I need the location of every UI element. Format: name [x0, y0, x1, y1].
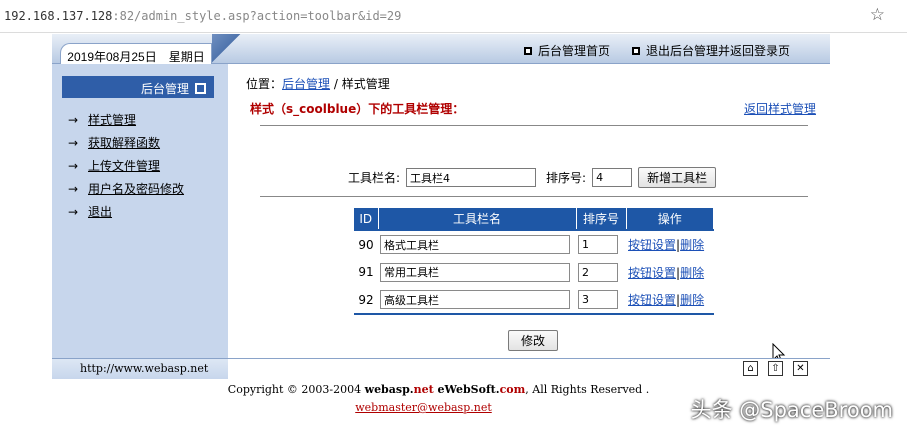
sidebar-item-upload-files[interactable]: → 上传文件管理 [68, 154, 184, 177]
col-header-name: 工具栏名 [378, 208, 577, 231]
row-name-input[interactable] [380, 235, 570, 254]
back-to-style-link[interactable]: 返回样式管理 [744, 100, 816, 117]
main-content: 位置：后台管理 / 样式管理 样式（s_coolblue）下的工具栏管理： 返回… [228, 64, 830, 364]
bottom-bar: http://www.webasp.net ⌂ ⇧ ✕ [52, 358, 830, 379]
bullet-square-icon [523, 46, 532, 55]
sidebar-item-style-manage[interactable]: → 样式管理 [68, 108, 184, 131]
table-row: 91 按钮设置|删除 [354, 258, 714, 286]
arrow-right-icon: → [68, 181, 79, 196]
sidebar-header: 后台管理 [62, 76, 214, 98]
arrow-right-icon: → [68, 135, 79, 150]
delete-link[interactable]: 删除 [680, 238, 704, 252]
logout-link[interactable]: 退出后台管理并返回登录页 [631, 42, 790, 59]
table-row: 92 按钮设置|删除 [354, 286, 714, 315]
breadcrumb-admin-link[interactable]: 后台管理 [282, 77, 330, 91]
arrow-right-icon: → [68, 204, 79, 219]
top-bar: 2019年08月25日 星期日 后台管理首页 退出后台管理并返回登录页 [52, 34, 830, 65]
table-row: 90 按钮设置|删除 [354, 230, 714, 258]
admin-frame: 2019年08月25日 星期日 后台管理首页 退出后台管理并返回登录页 后台管理… [52, 34, 830, 379]
toolbar-name-input[interactable] [406, 168, 537, 187]
url-text[interactable]: 192.168.137.128:82/admin_style.asp?actio… [4, 9, 401, 23]
home-icon[interactable]: ⌂ [743, 361, 758, 376]
button-settings-link[interactable]: 按钮设置 [628, 266, 676, 280]
arrow-right-icon: → [68, 112, 79, 127]
divider [260, 196, 808, 197]
col-header-order: 排序号 [576, 208, 627, 231]
browser-address-bar[interactable]: 192.168.137.128:82/admin_style.asp?actio… [0, 0, 907, 33]
site-url-box: http://www.webasp.net [52, 359, 228, 379]
button-settings-link[interactable]: 按钮设置 [628, 293, 676, 307]
row-id: 91 [358, 265, 374, 279]
delete-link[interactable]: 删除 [680, 293, 704, 307]
divider [260, 125, 808, 126]
bottom-icons: ⌂ ⇧ ✕ [743, 361, 808, 376]
webmaster-email-link[interactable]: webmaster@webasp.net [355, 401, 492, 414]
col-header-id: ID [354, 208, 379, 231]
bullet-square-icon [631, 46, 640, 55]
add-toolbar-button[interactable]: 新增工具栏 [638, 167, 717, 188]
tab-decoration [212, 34, 252, 64]
col-header-actions: 操作 [626, 208, 714, 231]
sidebar-item-password[interactable]: → 用户名及密码修改 [68, 177, 184, 200]
row-actions: 按钮设置|删除 [628, 265, 705, 280]
row-id: 92 [354, 286, 378, 315]
row-actions: 按钮设置|删除 [626, 286, 714, 315]
row-id: 90 [358, 237, 374, 252]
arrow-right-icon: → [68, 158, 79, 173]
close-icon[interactable]: ✕ [793, 361, 808, 376]
row-order-input[interactable] [578, 262, 618, 282]
top-arrow-icon[interactable]: ⇧ [768, 361, 783, 376]
button-settings-link[interactable]: 按钮设置 [628, 238, 676, 252]
page-title: 样式（s_coolblue）下的工具栏管理： [250, 102, 465, 116]
bookmark-star-icon[interactable]: ☆ [870, 5, 885, 25]
row-name-input[interactable] [380, 262, 570, 282]
admin-home-link[interactable]: 后台管理首页 [523, 42, 610, 59]
row-order-input[interactable] [578, 290, 618, 309]
breadcrumb: 位置：后台管理 / 样式管理 [246, 77, 390, 91]
row-name-input[interactable] [380, 290, 570, 309]
site-url-text: http://www.webasp.net [80, 362, 209, 375]
row-order-input[interactable] [578, 235, 618, 254]
menu-box-icon[interactable] [195, 83, 206, 94]
sidebar-item-logout[interactable]: → 退出 [68, 200, 184, 223]
sidebar-menu: → 样式管理 → 获取解释函数 → 上传文件管理 → 用户名及密码修改 → 退出 [68, 108, 184, 223]
watermark-text: 头条 @SpaceBroom [690, 398, 893, 422]
row-actions: 按钮设置|删除 [628, 238, 705, 252]
toolbar-table: ID 工具栏名 排序号 操作 90 按钮设置|删除 91 [354, 208, 714, 315]
add-toolbar-form: 工具栏名: 排序号: 新增工具栏 [348, 167, 717, 188]
delete-link[interactable]: 删除 [680, 266, 704, 280]
sidebar: 后台管理 → 样式管理 → 获取解释函数 → 上传文件管理 → 用户名及密码修改… [52, 64, 228, 358]
date-display: 2019年08月25日 星期日 [60, 43, 212, 65]
modify-button[interactable]: 修改 [508, 330, 559, 351]
sidebar-item-get-functions[interactable]: → 获取解释函数 [68, 131, 184, 154]
order-number-input[interactable] [592, 168, 633, 187]
top-links: 后台管理首页 退出后台管理并返回登录页 [523, 42, 790, 59]
